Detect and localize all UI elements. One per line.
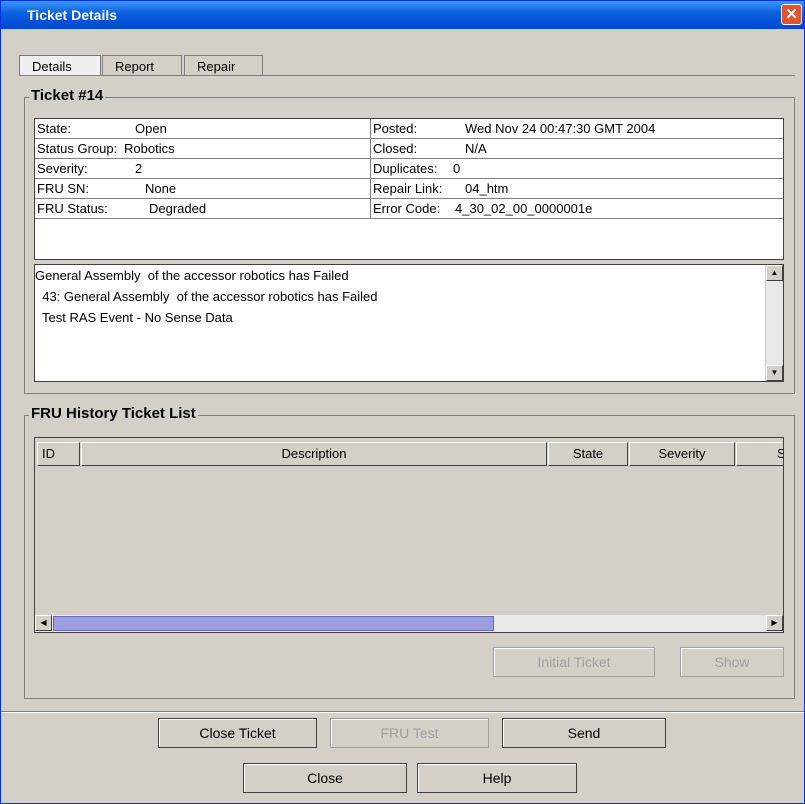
tab-report[interactable]: Report (102, 55, 182, 75)
field-severity: Severity: 2 (35, 159, 371, 179)
field-value: Robotics (124, 141, 175, 156)
column-header-state[interactable]: State (548, 442, 628, 466)
field-label: FRU Status: (37, 201, 108, 216)
fru-history-title: FRU History Ticket List (29, 405, 198, 422)
field-label: Duplicates: (373, 161, 438, 176)
field-label: Error Code: (373, 201, 441, 216)
close-ticket-button[interactable]: Close Ticket (158, 718, 317, 748)
description-line: General Assembly of the accessor robotic… (35, 268, 349, 283)
tab-repair[interactable]: Repair (184, 55, 263, 75)
field-value: 2 (135, 161, 143, 176)
field-label: State: (37, 121, 71, 136)
window-title: Ticket Details (27, 7, 118, 23)
field-label: Severity: (37, 161, 88, 176)
tab-details-label: Details (32, 59, 72, 74)
tab-repair-label: Repair (197, 59, 236, 74)
tab-details[interactable]: Details (19, 55, 101, 75)
field-fru-status: FRU Status: Degraded (35, 199, 371, 219)
field-label: FRU SN: (37, 181, 89, 196)
column-header-id[interactable]: ID (37, 442, 80, 466)
field-value: None (145, 181, 177, 196)
field-repair-link: Repair Link: 04_htm (371, 179, 783, 199)
field-value: 04_htm (465, 181, 509, 196)
field-status-group: Status Group: Robotics (35, 139, 371, 159)
send-button[interactable]: Send (502, 718, 666, 748)
help-button[interactable]: Help (417, 763, 577, 793)
field-label: Closed: (373, 141, 418, 156)
tab-report-label: Report (115, 59, 155, 74)
description-textarea[interactable]: General Assembly of the accessor robotic… (34, 264, 784, 382)
scroll-left-icon[interactable]: ◀ (35, 615, 52, 631)
tab-divider (19, 75, 795, 76)
ticket-group-title: Ticket #14 (29, 87, 106, 104)
column-header-severity[interactable]: Severity (629, 442, 735, 466)
field-value: Open (135, 121, 167, 136)
field-fru-sn: FRU SN: None (35, 179, 371, 199)
field-label: Posted: (373, 121, 418, 136)
field-value: 4_30_02_00_0000001e (455, 201, 593, 216)
field-posted: Posted: Wed Nov 24 00:47:30 GMT 2004 (371, 119, 783, 139)
description-scrollbar[interactable]: ▲ ▼ (765, 265, 783, 381)
history-horizontal-scrollbar[interactable]: ◀ ▶ (35, 615, 783, 632)
column-header-s[interactable]: S (736, 442, 783, 466)
fru-history-table[interactable]: ID Description State Severity S ◀ ▶ (34, 437, 784, 633)
field-value: 0 (453, 161, 461, 176)
show-button[interactable]: Show (680, 647, 784, 677)
title-bar[interactable]: Ticket Details ✕ (1, 1, 804, 29)
close-button[interactable]: Close (243, 763, 407, 793)
field-value: Wed Nov 24 00:47:30 GMT 2004 (465, 121, 656, 136)
scroll-down-icon[interactable]: ▼ (766, 365, 783, 381)
scroll-right-icon[interactable]: ▶ (766, 615, 783, 631)
scroll-thumb[interactable] (53, 616, 494, 631)
ticket-details-window: Ticket Details ✕ Details Report Repair T… (0, 0, 805, 804)
field-closed: Closed: N/A (371, 139, 783, 159)
ticket-fields-table: State: Open Status Group: Robotics Severit… (34, 118, 784, 260)
scroll-up-icon[interactable]: ▲ (766, 265, 783, 281)
field-label: Repair Link: (373, 181, 443, 196)
field-error-code: Error Code: 4_30_02_00_0000001e (371, 199, 783, 219)
field-state: State: Open (35, 119, 371, 139)
fru-test-button[interactable]: FRU Test (330, 718, 489, 748)
field-value: N/A (465, 141, 487, 156)
close-icon[interactable]: ✕ (781, 4, 802, 25)
column-header-description[interactable]: Description (81, 442, 547, 466)
initial-ticket-button[interactable]: Initial Ticket (493, 647, 655, 677)
footer-separator (1, 711, 804, 713)
description-line: 43: General Assembly of the accessor rob… (35, 289, 378, 304)
field-label: Status Group: (37, 141, 118, 156)
field-duplicates: Duplicates: 0 (371, 159, 783, 179)
field-value: Degraded (149, 201, 207, 216)
description-line: Test RAS Event - No Sense Data (35, 310, 233, 325)
